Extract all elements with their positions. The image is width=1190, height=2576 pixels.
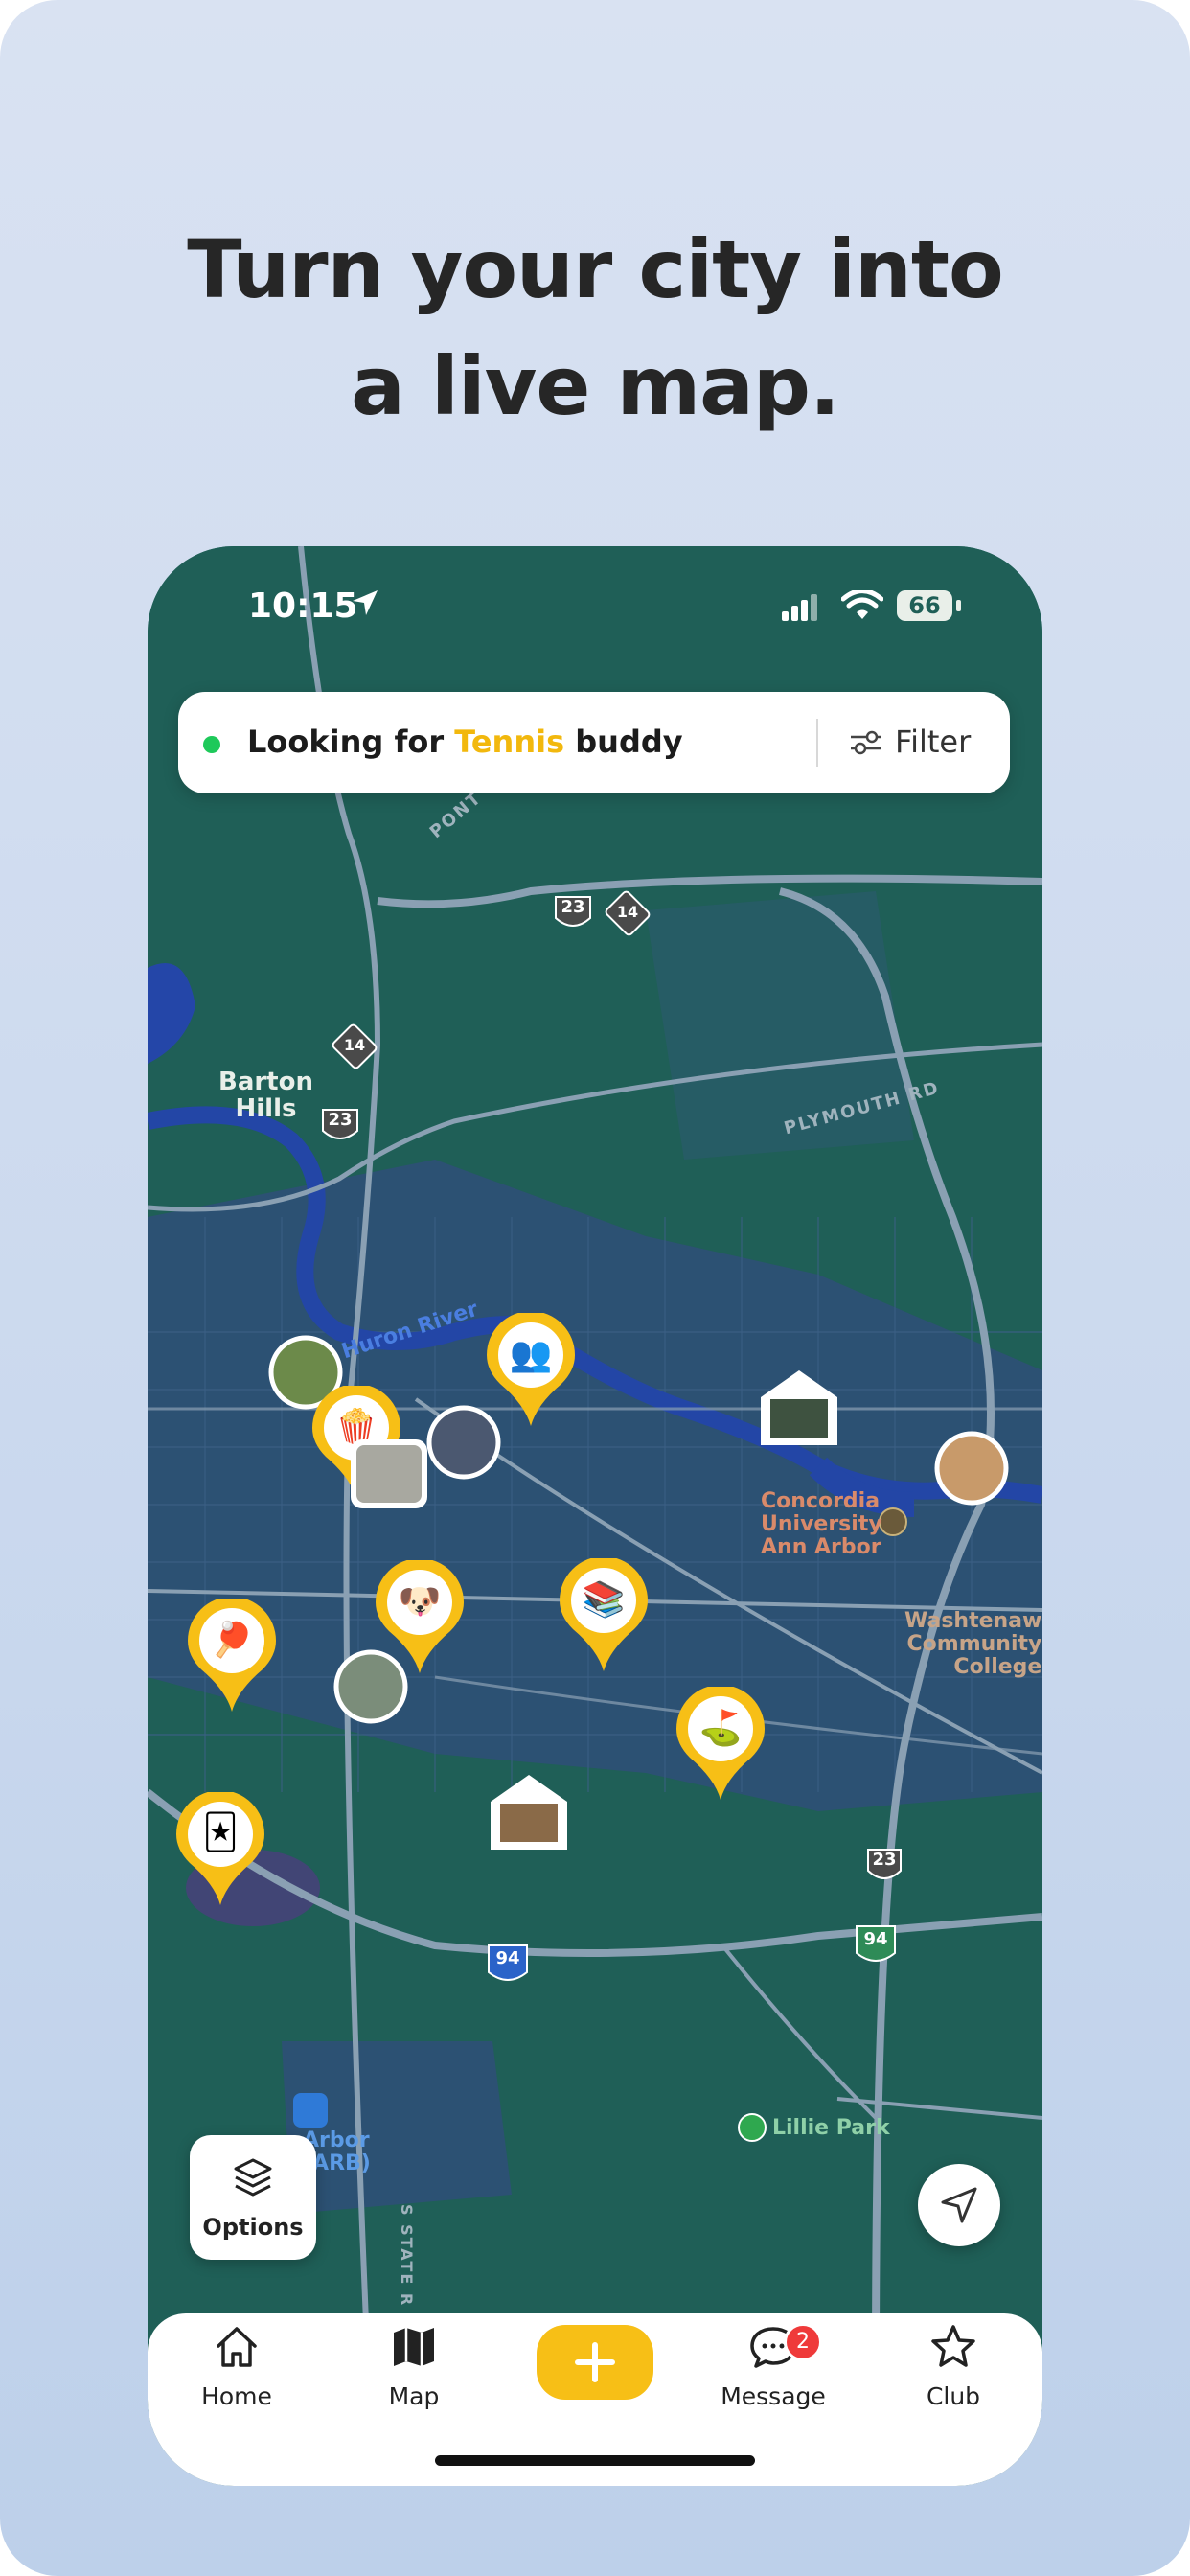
route-14-label-1: 14 [343,1036,366,1054]
home-indicator [435,2455,755,2466]
cellular-signal-icon [782,594,817,621]
plus-icon [575,2342,615,2382]
tab-home-label: Home [201,2382,272,2410]
pin-pets-icon: 🐶 [398,1582,442,1622]
pin-pets[interactable]: 🐶 [376,1558,464,1675]
search-highlight-activity: Tennis [454,724,565,760]
battery-indicator: 66 [897,590,952,621]
create-activity-button[interactable] [537,2325,653,2400]
pin-cards[interactable]: 🃏 [176,1790,264,1907]
search-suffix: buddy [564,724,683,760]
home-icon [217,2327,257,2367]
pin-pickleball-icon: 🏓 [210,1621,254,1660]
photo-pin-animal[interactable] [351,1439,427,1508]
map[interactable] [148,546,1042,2367]
search-prompt[interactable]: Looking for Tennis buddy [247,724,683,760]
location-arrow-icon [353,590,378,615]
app-store-screenshot: Turn your city into a live map. Barton H… [0,0,1190,2576]
message-unread-badge: 2 [784,2323,822,2361]
pin-books-icon: 📚 [582,1580,626,1620]
map-options-button[interactable]: Options [190,2135,316,2260]
route-94-label-2: 94 [863,1929,888,1949]
headline-line-1: Turn your city into [187,222,1003,316]
pin-books[interactable]: 📚 [560,1556,648,1673]
activity-search-bar[interactable]: Looking for Tennis buddy Filter [178,692,1010,794]
map-label-concordia: Concordia University Ann Arbor [761,1489,882,1559]
headline-line-2: a live map. [351,339,840,433]
headline: Turn your city into a live map. [0,211,1190,445]
battery-tip [956,600,961,611]
search-divider [816,719,818,767]
map-label-state-rd: S STATE R [398,2204,416,2308]
locate-me-button[interactable] [918,2164,1000,2246]
status-bar: 10:15 66 [148,546,1042,661]
tab-message-label: Message [721,2382,826,2410]
route-23-label-1: 23 [561,897,585,917]
route-23-label-2: 23 [328,1110,353,1130]
route-14-label-2: 14 [616,903,639,921]
pin-pickleball[interactable]: 🏓 [188,1597,276,1714]
phone-frame: Barton Hills Huron River PLYMOUTH RD PONT… [148,546,1042,2486]
navigation-arrow-icon [941,2187,977,2223]
bottom-tab-bar: Home Map Message 2 Club [148,2313,1042,2486]
online-status-dot [203,736,220,753]
tab-map-label: Map [388,2382,440,2410]
tab-home[interactable]: Home [174,2323,299,2410]
filter-button[interactable]: Filter [895,724,971,760]
pin-cards-icon: 🃏 [202,1813,239,1852]
route-94-label-1: 94 [495,1948,520,1968]
wifi-icon [841,590,883,619]
map-label-lillie-park: Lillie Park [772,2116,890,2140]
tab-club-label: Club [926,2382,981,2410]
pin-meeting[interactable]: 👥 [487,1311,575,1428]
map-label-washtenaw: Washtenaw Community College [904,1609,1042,1679]
pin-golf-icon: ⛳ [698,1709,743,1748]
options-label: Options [202,2214,304,2241]
star-icon [931,2325,975,2367]
layers-icon [234,2158,272,2196]
pin-meeting-icon: 👥 [509,1335,553,1374]
status-time: 10:15 [248,586,358,626]
route-23-label-3: 23 [872,1850,897,1870]
filter-sliders-icon[interactable] [849,728,883,757]
tab-map[interactable]: Map [352,2323,476,2410]
pin-golf[interactable]: ⛳ [676,1685,765,1802]
search-prefix: Looking for [247,724,455,760]
map-icon [394,2328,434,2366]
tab-club[interactable]: Club [891,2323,1016,2410]
map-label-barton-hills: Barton Hills [218,1068,313,1123]
